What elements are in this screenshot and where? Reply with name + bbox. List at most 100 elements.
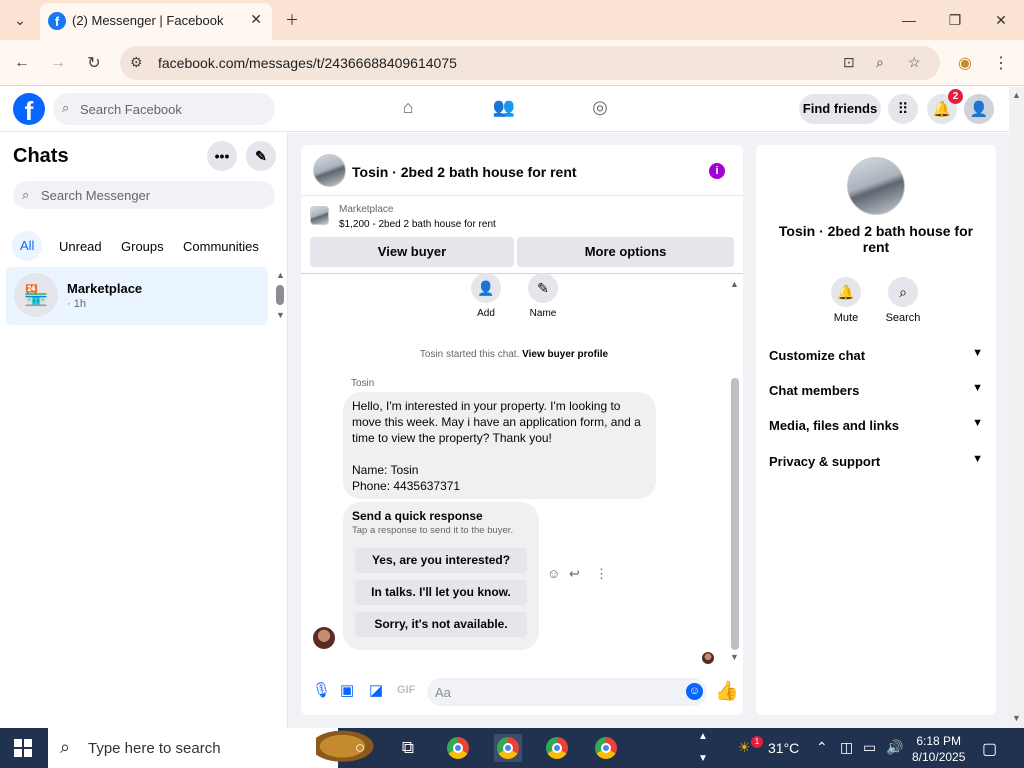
mute-action[interactable]: 🔔 Mute [821,277,871,324]
react-emoji-icon[interactable]: ☺ [547,566,560,581]
home-icon[interactable]: ⌂ [395,97,421,121]
quick-response-title: Send a quick response [352,509,483,523]
page-scrollbar[interactable]: ▲ ▼ [1009,87,1024,728]
windows-start-icon[interactable] [14,739,32,757]
clock[interactable]: 6:18 PM 8/10/2025 [912,733,965,765]
message-bubble[interactable]: Hello, I'm interested in your property. … [343,392,656,499]
groups-icon[interactable]: ◎ [587,97,613,121]
friends-icon[interactable]: 👥 [491,97,517,121]
reply-icon[interactable]: ↩ [569,566,580,582]
chats-scrollbar[interactable] [276,285,284,305]
conversation-title[interactable]: Tosin · 2bed 2 bath house for rent [352,164,577,180]
scroll-down-icon[interactable]: ▼ [276,310,285,320]
chat-list-item[interactable]: 🏪 Marketplace · 1h [6,267,268,325]
filter-tab-unread[interactable]: Unread [59,239,102,254]
message-input[interactable]: Aa ☺ [427,678,707,706]
section-label: Customize chat [769,348,866,363]
task-view-icon[interactable]: ⧉ [394,734,422,762]
listing-avatar[interactable] [313,154,346,187]
bookmark-star-icon[interactable]: ☆ [908,54,921,71]
more-options-button[interactable]: More options [517,237,734,267]
maximize-icon[interactable]: ❐ [932,6,978,34]
microphone-icon[interactable]: 🎙 [312,681,331,699]
show-hidden-icons-chevron-icon[interactable]: ⌃ [816,739,828,756]
attach-image-icon[interactable]: ▣ [340,681,354,699]
zoom-icon[interactable]: ⌕ [876,54,884,71]
forward-arrow-icon[interactable]: → [45,50,71,76]
gif-icon[interactable]: GIF [397,684,415,696]
window-close-icon[interactable]: ✕ [978,6,1024,34]
name-action[interactable]: ✎ Name [521,273,565,319]
minimize-icon[interactable]: — [886,6,932,34]
quick-response-option[interactable]: In talks. I'll let you know. [355,580,527,605]
conversation-panel: Tosin · 2bed 2 bath house for rent i Mar… [301,145,743,715]
scroll-up-icon[interactable]: ▲ [730,279,739,289]
emoji-icon[interactable]: ☺ [686,683,703,700]
scroll-up-icon[interactable]: ▲ [698,731,708,742]
chevron-down-icon: ▼ [972,347,983,359]
reload-icon[interactable]: ↻ [81,50,107,76]
sticker-icon[interactable]: ◪ [369,681,383,699]
more-actions-icon[interactable]: ⋮ [595,566,608,582]
scroll-up-icon[interactable]: ▲ [1012,90,1021,100]
sender-avatar[interactable] [313,627,335,649]
chat-options-icon[interactable]: ••• [207,141,237,171]
filter-tab-communities[interactable]: Communities [183,239,259,254]
find-friends-button[interactable]: Find friends [799,94,881,124]
account-avatar-icon[interactable]: 👤 [964,94,994,124]
network-icon[interactable]: ▭ [863,739,876,756]
filter-tab-groups[interactable]: Groups [121,239,164,254]
chrome-app-icon[interactable] [444,734,472,762]
add-action[interactable]: 👤 Add [464,273,508,319]
listing-avatar-large[interactable] [847,157,905,215]
quick-response-option[interactable]: Yes, are you interested? [355,548,527,573]
browser-tab[interactable]: f (2) Messenger | Facebook ✕ [40,3,272,40]
volume-icon[interactable]: 🔊 [886,739,903,756]
chrome-app-icon[interactable] [543,734,571,762]
add-action-label: Add [477,308,495,319]
meet-now-icon[interactable]: ◫ [840,739,853,756]
search-label: Search [885,312,921,324]
install-app-icon[interactable]: ⊡ [843,54,855,71]
search-action[interactable]: ⌕ Search [878,277,928,324]
facebook-search-input[interactable]: ⌕ Search Facebook [53,93,275,125]
profile-icon[interactable]: ◉ [952,50,978,76]
chrome-app-icon-active[interactable] [494,734,522,762]
tab-close-icon[interactable]: ✕ [250,11,262,28]
menu-grid-icon[interactable]: ⠿ [888,94,918,124]
chrome-menu-icon[interactable]: ⋮ [988,50,1014,76]
temperature[interactable]: 31°C [768,740,799,756]
chat-members-row[interactable]: Chat members ▼ [769,382,983,398]
customize-chat-row[interactable]: Customize chat ▼ [769,347,983,363]
scroll-down-icon[interactable]: ▼ [1012,713,1021,723]
scroll-down-icon[interactable]: ▼ [698,753,708,764]
taskbar-search-box[interactable]: ⌕ Type here to search [48,728,382,768]
chrome-app-icon[interactable] [592,734,620,762]
address-bar[interactable]: ⚙ facebook.com/messages/t/24366688409614… [120,46,940,80]
conversation-scrollbar[interactable] [731,378,739,650]
tab-search-chevron-icon[interactable]: ⌄ [8,8,32,32]
new-message-icon[interactable]: ✎ [246,141,276,171]
privacy-support-row[interactable]: Privacy & support ▼ [769,453,983,469]
info-icon[interactable]: i [709,163,725,179]
facebook-logo-icon[interactable]: f [13,93,45,126]
view-buyer-button[interactable]: View buyer [310,237,514,267]
cortana-icon[interactable]: ○ [346,734,374,762]
listing-price-title[interactable]: $1,200 - 2bed 2 bath house for rent [339,219,496,230]
scroll-down-icon[interactable]: ▼ [730,652,739,662]
scroll-up-icon[interactable]: ▲ [276,270,285,280]
new-tab-plus-icon[interactable]: ＋ [280,8,304,32]
chat-started-text: Tosin started this chat. [419,349,520,360]
notification-center-icon[interactable]: ▢ [982,739,997,759]
media-files-links-row[interactable]: Media, files and links ▼ [769,417,983,433]
url-text[interactable]: facebook.com/messages/t/2436668840961407… [158,55,457,71]
view-buyer-profile-link[interactable]: View buyer profile [522,349,608,360]
site-info-icon[interactable]: ⚙ [130,54,143,71]
back-arrow-icon[interactable]: ← [9,50,35,76]
weather-icon[interactable]: ☀ [738,739,751,756]
filter-tab-all[interactable]: All [12,231,43,261]
messenger-search-input[interactable]: ⌕ Search Messenger [13,181,275,209]
thumbs-up-icon[interactable]: 👍 [715,679,739,703]
bell-icon: 🔔 [831,277,861,307]
quick-response-option[interactable]: Sorry, it's not available. [355,612,527,637]
